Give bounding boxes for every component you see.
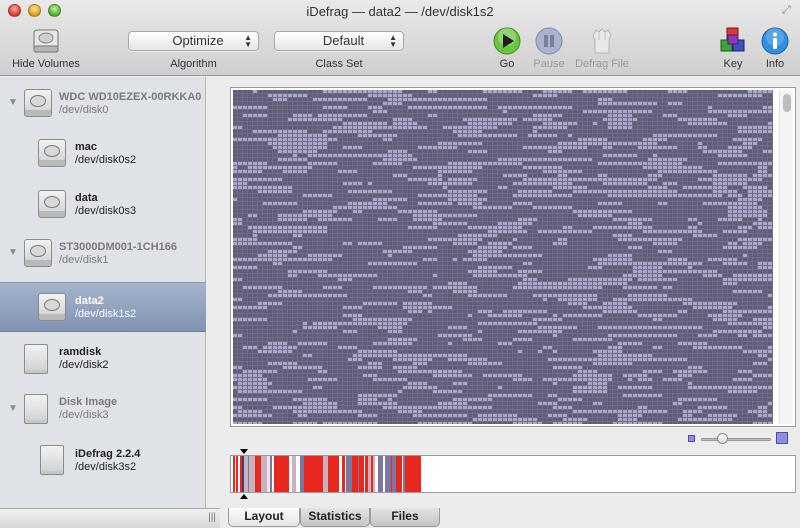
pause-icon bbox=[535, 27, 563, 55]
zoom-slider-thumb[interactable] bbox=[717, 433, 728, 444]
volume-item-data2[interactable]: data2 /dev/disk1s2 bbox=[0, 282, 206, 332]
tab-statistics[interactable]: Statistics bbox=[300, 508, 370, 527]
popup-arrows-icon: ▲ ▼ bbox=[389, 33, 397, 49]
volume-device: /dev/disk0 bbox=[59, 104, 109, 116]
volume-item-wdc-drive[interactable]: ▼ WDC WD10EZEX-00RKKA0 /dev/disk0 bbox=[0, 84, 206, 124]
volume-item-data[interactable]: data /dev/disk0s3 bbox=[0, 184, 206, 224]
volume-device: /dev/disk0s3 bbox=[75, 205, 137, 217]
unified-toolbar: iDefrag — data2 — /dev/disk1s2 ⤢ Hide Vo… bbox=[0, 0, 800, 76]
popup-arrows-icon: ▲ ▼ bbox=[244, 33, 252, 49]
volume-name: mac bbox=[75, 141, 98, 153]
go-label: Go bbox=[499, 58, 515, 70]
volume-item-disk-image[interactable]: ▼ Disk Image /dev/disk3 bbox=[0, 390, 206, 430]
colored-cubes-icon bbox=[720, 27, 745, 52]
tab-files[interactable]: Files bbox=[370, 508, 440, 527]
hard-drive-icon bbox=[38, 139, 66, 167]
volume-name: iDefrag 2.2.4 bbox=[75, 448, 141, 460]
hard-drive-icon bbox=[33, 29, 59, 53]
volume-device: /dev/disk0s2 bbox=[75, 154, 137, 166]
volume-device: /dev/disk1 bbox=[59, 254, 109, 266]
volume-device: /dev/disk3s2 bbox=[75, 461, 137, 473]
defrag-file-button[interactable]: Defrag File bbox=[562, 24, 642, 74]
volume-device: /dev/disk1s2 bbox=[75, 308, 137, 320]
key-label: Key bbox=[723, 58, 743, 70]
gauntlet-icon bbox=[592, 28, 612, 54]
idefrag-window: iDefrag — data2 — /dev/disk1s2 ⤢ Hide Vo… bbox=[0, 0, 800, 528]
class-set-group: Default ▲ ▼ Class Set bbox=[274, 24, 404, 74]
volume-name: Disk Image bbox=[59, 396, 118, 408]
key-button[interactable]: Key bbox=[714, 24, 752, 74]
info-label: Info bbox=[765, 58, 785, 70]
algorithm-group: Optimize ▲ ▼ Algorithm bbox=[128, 24, 259, 74]
fragmentation-overview-bar bbox=[231, 456, 795, 492]
disk-icon bbox=[24, 344, 48, 374]
volume-item-st3000-drive[interactable]: ▼ ST3000DM001-1CH166 /dev/disk1 bbox=[0, 234, 206, 274]
window-title: iDefrag — data2 — /dev/disk1s2 bbox=[306, 4, 494, 19]
volume-device: /dev/disk3 bbox=[59, 409, 109, 421]
hide-volumes-label: Hide Volumes bbox=[12, 58, 80, 70]
volume-name: ST3000DM001-1CH166 bbox=[59, 241, 178, 253]
volume-name: data bbox=[75, 192, 98, 204]
split-view-handle[interactable]: ||| bbox=[206, 512, 218, 523]
disk-overview[interactable] bbox=[230, 455, 796, 493]
sidebar-footer: ||| bbox=[0, 508, 220, 528]
zoom-in-icon[interactable] bbox=[776, 432, 788, 444]
class-set-popup[interactable]: Default ▲ ▼ bbox=[274, 31, 404, 51]
zoom-slider[interactable] bbox=[701, 438, 771, 441]
volume-item-mac[interactable]: mac /dev/disk0s2 bbox=[0, 133, 206, 173]
disclosure-triangle-icon[interactable]: ▼ bbox=[8, 97, 18, 108]
play-icon bbox=[493, 27, 521, 55]
hard-drive-icon bbox=[24, 89, 52, 117]
disk-block-map bbox=[233, 90, 773, 424]
class-set-selected: Default bbox=[322, 33, 365, 48]
fullscreen-icon[interactable]: ⤢ bbox=[782, 4, 794, 16]
class-set-label: Class Set bbox=[315, 58, 363, 70]
block-map-view[interactable] bbox=[230, 87, 796, 427]
volume-device: /dev/disk2 bbox=[59, 359, 109, 371]
go-button[interactable]: Go bbox=[488, 24, 526, 74]
overview-position-marker-bottom bbox=[240, 494, 248, 499]
algorithm-selected: Optimize bbox=[172, 33, 224, 48]
title-bar: iDefrag — data2 — /dev/disk1s2 ⤢ bbox=[0, 0, 800, 22]
disk-icon bbox=[40, 445, 64, 475]
zoom-control bbox=[688, 432, 788, 446]
info-button[interactable]: Info bbox=[756, 24, 794, 74]
disk-icon bbox=[24, 394, 48, 424]
hide-volumes-button[interactable]: Hide Volumes bbox=[4, 24, 88, 74]
disclosure-triangle-icon[interactable]: ▼ bbox=[8, 247, 18, 258]
algorithm-popup[interactable]: Optimize ▲ ▼ bbox=[128, 31, 259, 51]
info-icon bbox=[761, 27, 789, 55]
volume-name: data2 bbox=[75, 295, 104, 307]
zoom-out-icon[interactable] bbox=[688, 435, 695, 442]
disclosure-triangle-icon[interactable]: ▼ bbox=[8, 403, 18, 414]
volume-name: WDC WD10EZEX-00RKKA0 bbox=[59, 91, 202, 103]
main-panel: Layout Statistics Files bbox=[220, 77, 800, 528]
volume-item-idefrag-image[interactable]: iDefrag 2.2.4 /dev/disk3s2 bbox=[0, 441, 206, 481]
hard-drive-icon bbox=[38, 293, 66, 321]
volume-sidebar: ▼ WDC WD10EZEX-00RKKA0 /dev/disk0 mac /d… bbox=[0, 77, 206, 508]
hard-drive-icon bbox=[24, 239, 52, 267]
tab-layout[interactable]: Layout bbox=[228, 508, 300, 527]
vertical-scrollbar[interactable] bbox=[779, 90, 793, 424]
overview-position-marker-top bbox=[240, 449, 248, 454]
defrag-file-label: Defrag File bbox=[575, 58, 629, 70]
hard-drive-icon bbox=[38, 190, 66, 218]
algorithm-label: Algorithm bbox=[170, 58, 217, 70]
volume-name: ramdisk bbox=[59, 346, 102, 358]
scroll-thumb[interactable] bbox=[783, 94, 791, 112]
volume-item-ramdisk[interactable]: ramdisk /dev/disk2 bbox=[0, 340, 206, 380]
